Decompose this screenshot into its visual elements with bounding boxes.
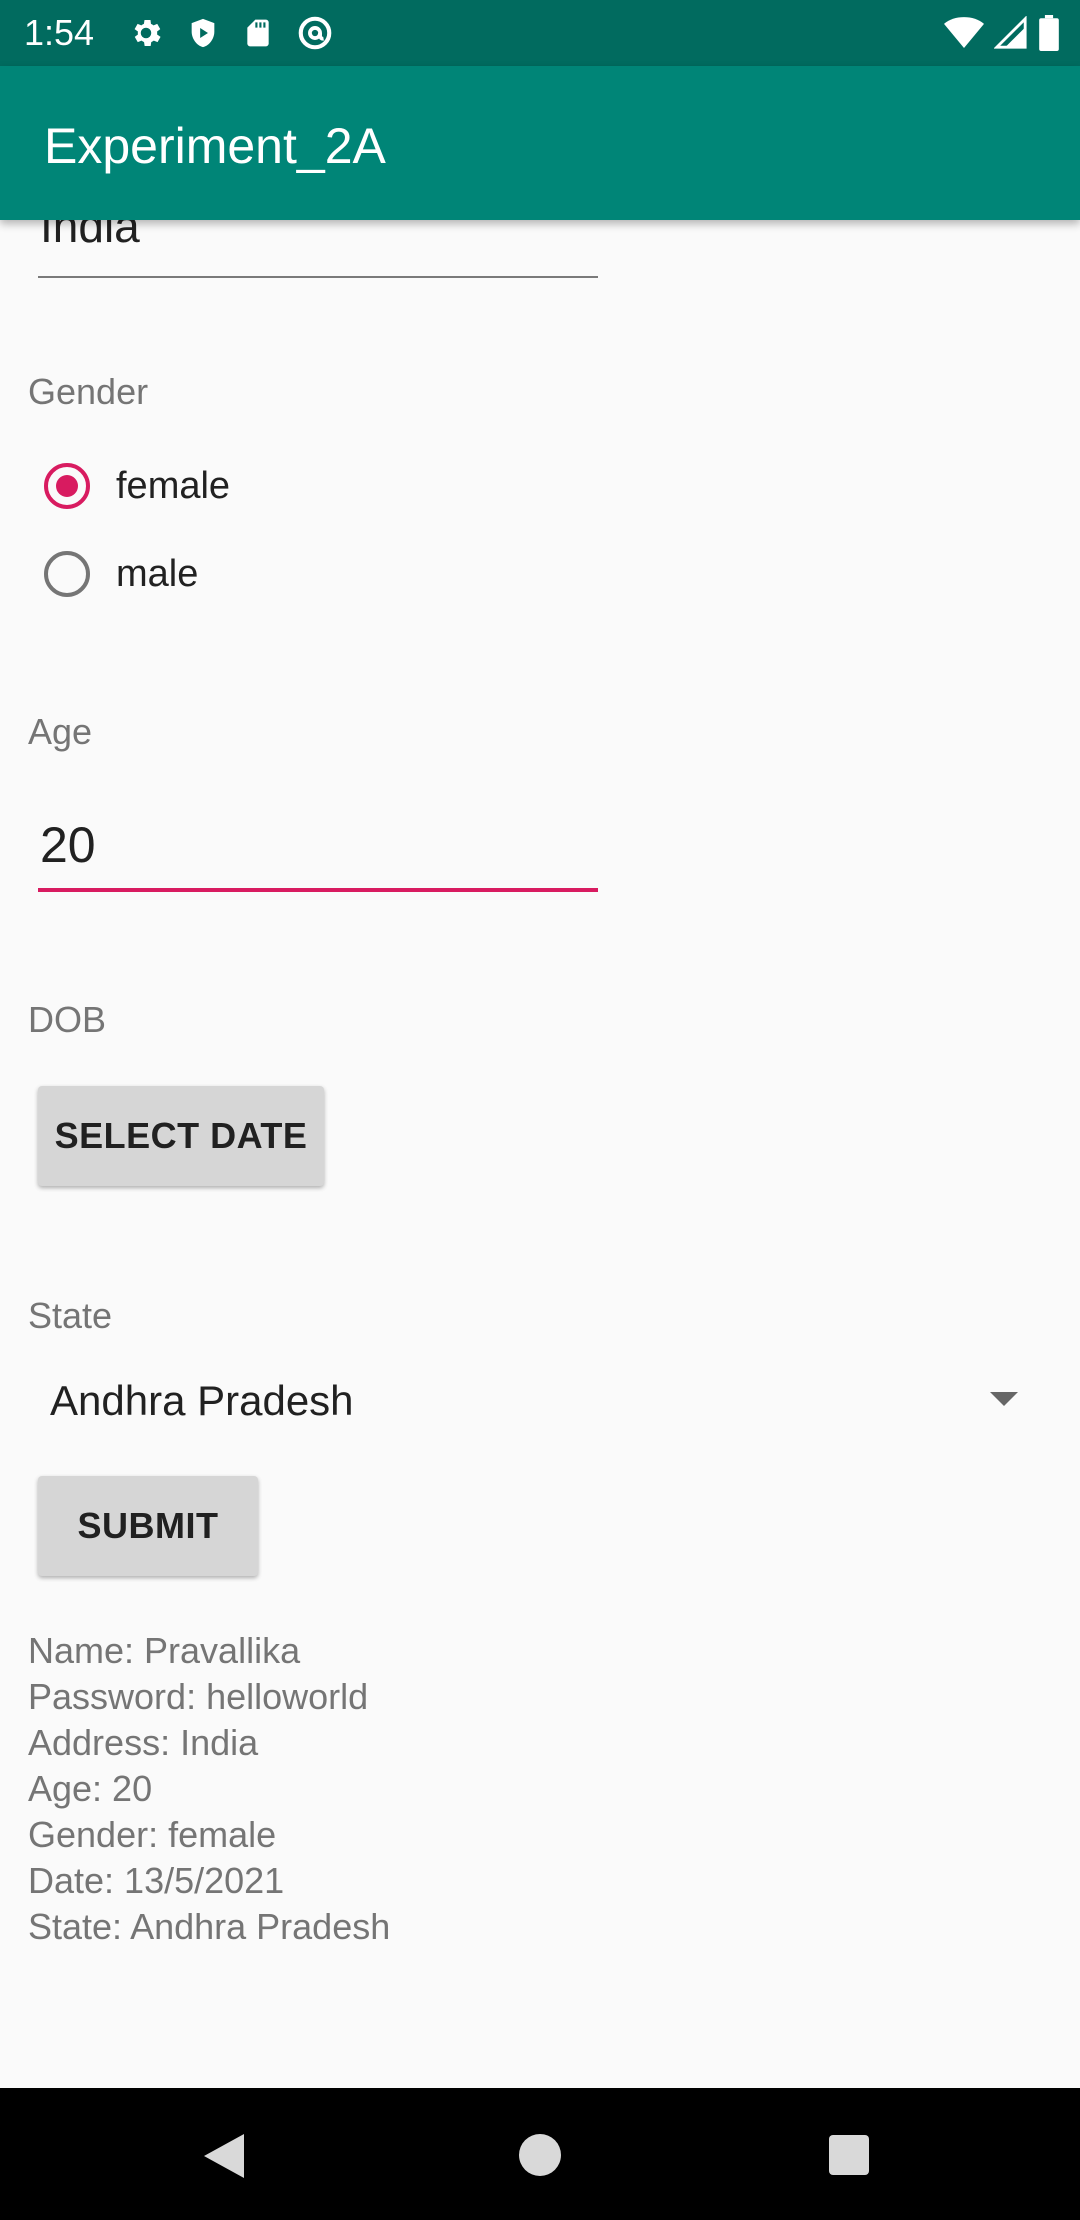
age-value: 20 — [40, 817, 96, 873]
navigation-bar — [0, 2088, 1080, 2220]
radio-checked-icon — [44, 463, 90, 509]
form-content[interactable]: India Gender female male Age 20 DOB SELE… — [0, 220, 1080, 2088]
submit-button[interactable]: SUBMIT — [38, 1476, 258, 1576]
radio-male[interactable]: male — [44, 544, 198, 604]
recents-icon[interactable] — [829, 2135, 869, 2175]
result-name: Name: Pravallika — [28, 1630, 301, 1671]
at-sign-icon — [296, 14, 334, 52]
app-bar: Experiment_2A — [0, 66, 1080, 220]
back-icon[interactable] — [204, 2134, 244, 2178]
age-input[interactable]: 20 — [38, 798, 598, 892]
home-icon[interactable] — [519, 2134, 561, 2176]
result-age: Age: 20 — [28, 1768, 153, 1809]
select-date-button[interactable]: SELECT DATE — [38, 1086, 324, 1186]
result-text: Name: Pravallika Password: helloworld Ad… — [28, 1628, 390, 1950]
state-label: State — [28, 1295, 113, 1336]
gear-icon — [128, 15, 164, 51]
result-date: Date: 13/5/2021 — [28, 1860, 285, 1901]
status-system-icons — [944, 14, 1060, 52]
result-state: State: Andhra Pradesh — [28, 1906, 391, 1947]
cell-signal-icon — [994, 16, 1028, 50]
result-gender: Gender: female — [28, 1814, 277, 1855]
state-selected-value: Andhra Pradesh — [50, 1377, 354, 1424]
wifi-icon — [944, 16, 984, 50]
address-field[interactable]: India — [38, 220, 598, 278]
address-value: India — [40, 220, 140, 252]
age-label: Age — [28, 711, 93, 752]
status-time: 1:54 — [24, 12, 95, 53]
app-title: Experiment_2A — [44, 118, 386, 174]
radio-unchecked-icon — [44, 551, 90, 597]
gender-label: Gender — [28, 371, 149, 412]
state-spinner[interactable]: Andhra Pradesh — [28, 1360, 1048, 1440]
sd-card-icon — [242, 15, 274, 51]
status-bar: 1:54 — [0, 0, 1080, 66]
status-notification-icons — [128, 14, 334, 52]
shield-icon — [186, 15, 220, 51]
result-password: Password: helloworld — [28, 1676, 369, 1717]
dob-label: DOB — [28, 999, 107, 1040]
radio-label-female: female — [116, 465, 231, 507]
radio-female[interactable]: female — [44, 456, 230, 516]
battery-icon — [1038, 15, 1060, 51]
result-address: Address: India — [28, 1722, 259, 1763]
dropdown-arrow-icon — [990, 1392, 1018, 1406]
radio-label-male: male — [116, 553, 199, 595]
